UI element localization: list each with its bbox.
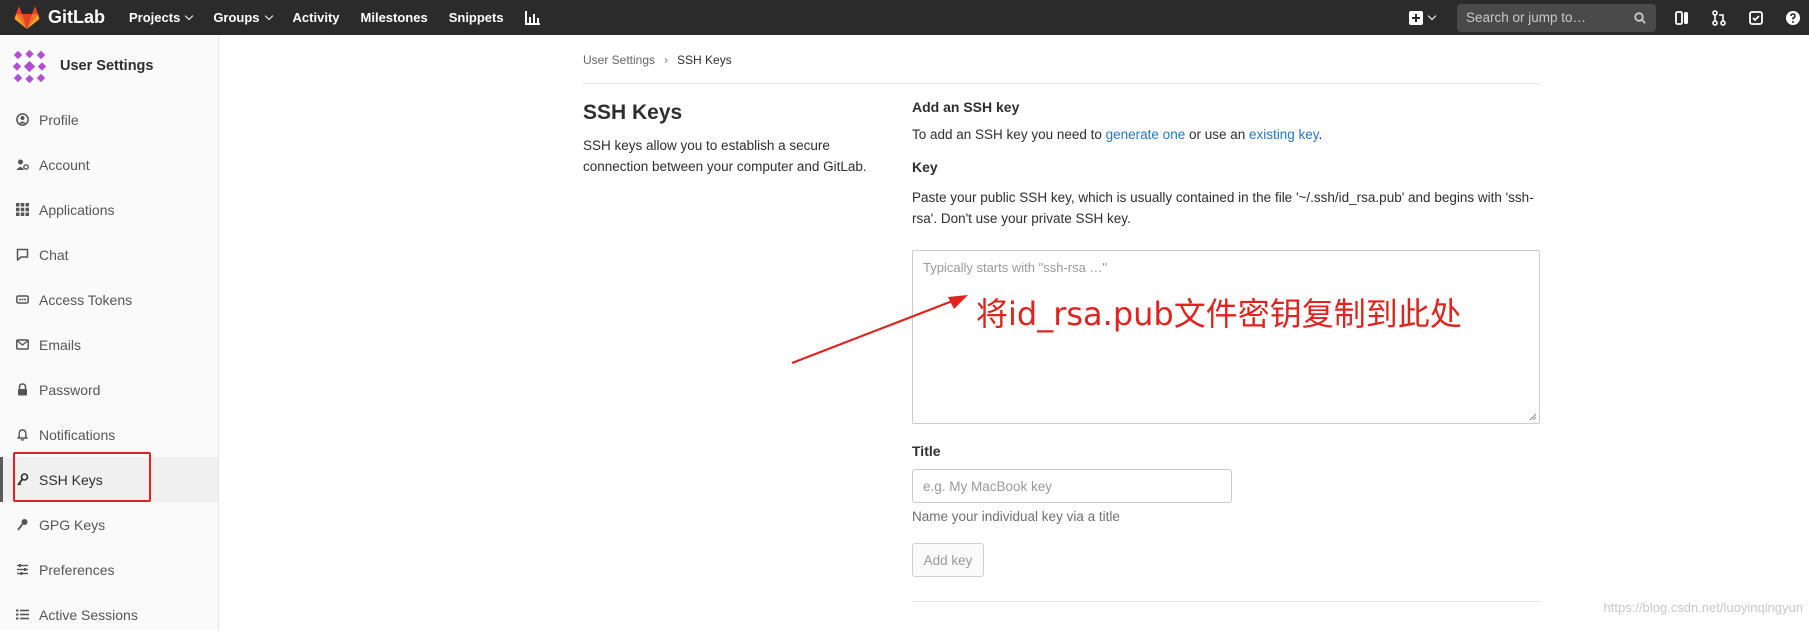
- sidebar-header[interactable]: User Settings: [0, 35, 218, 97]
- sidebar-item-label: Emails: [39, 336, 82, 353]
- sidebar-item-label: Preferences: [39, 561, 115, 578]
- sidebar-item-chat[interactable]: Chat: [0, 232, 218, 277]
- generate-one-link[interactable]: generate one: [1106, 127, 1186, 142]
- sidebar-item-gpg-keys[interactable]: GPG Keys: [0, 502, 218, 547]
- instructions-text: .: [1318, 127, 1323, 142]
- settings-sidebar: User Settings Profile Account Applicatio…: [0, 35, 219, 630]
- nav-groups-label: Groups: [213, 10, 260, 25]
- sidebar-item-label: Active Sessions: [39, 606, 138, 623]
- sidebar-item-account[interactable]: Account: [0, 142, 218, 187]
- breadcrumb: User Settings › SSH Keys: [583, 53, 732, 67]
- sidebar-title: User Settings: [60, 58, 154, 74]
- gpg-key-icon: [16, 518, 29, 531]
- profile-icon: [16, 113, 29, 126]
- chevron-down-icon: [1427, 11, 1437, 21]
- account-icon: [16, 158, 29, 171]
- title-input[interactable]: e.g. My MacBook key: [912, 469, 1232, 503]
- help-icon[interactable]: [1785, 10, 1801, 26]
- avatar: [11, 47, 48, 85]
- page-description: SSH keys allow you to establish a secure…: [583, 138, 867, 174]
- annotation-arrow-icon: [791, 295, 968, 365]
- nav-milestones-label: Milestones: [360, 10, 428, 25]
- applications-icon: [16, 203, 29, 216]
- add-ssh-key-instructions: To add an SSH key you need to generate o…: [912, 124, 1540, 145]
- merge-requests-icon[interactable]: [1711, 9, 1727, 26]
- title-label: Title: [912, 443, 941, 459]
- plus-icon: [1409, 10, 1423, 25]
- chat-icon: [16, 248, 29, 261]
- existing-key-link[interactable]: existing key: [1249, 127, 1319, 142]
- access-tokens-icon: [16, 293, 29, 306]
- nav-projects[interactable]: Projects: [129, 10, 194, 25]
- resize-handle-icon[interactable]: [1529, 413, 1537, 421]
- instructions-text: or use an: [1185, 127, 1250, 142]
- sidebar-item-password[interactable]: Password: [0, 367, 218, 412]
- password-icon: [16, 383, 29, 396]
- search-input[interactable]: Search or jump to…: [1457, 3, 1656, 32]
- todos-icon[interactable]: [1748, 10, 1764, 26]
- instructions-text: To add an SSH key you need to: [912, 127, 1106, 142]
- chevron-down-icon: [264, 11, 273, 21]
- sidebar-item-label: Password: [39, 381, 101, 398]
- sidebar-item-label: Notifications: [39, 426, 116, 443]
- sidebar-item-emails[interactable]: Emails: [0, 322, 218, 367]
- sidebar-item-label: Profile: [39, 111, 79, 128]
- preferences-icon: [16, 563, 29, 576]
- nav-activity[interactable]: Activity: [293, 10, 340, 25]
- divider: [583, 83, 1540, 84]
- sidebar-item-profile[interactable]: Profile: [0, 97, 218, 142]
- sidebar-item-notifications[interactable]: Notifications: [0, 412, 218, 457]
- nav-snippets-label: Snippets: [448, 10, 504, 25]
- notifications-icon: [16, 428, 29, 441]
- gitlab-home-link[interactable]: GitLab: [14, 5, 105, 30]
- key-textarea[interactable]: Typically starts with "ssh-rsa …": [912, 250, 1540, 424]
- sidebar-item-access-tokens[interactable]: Access Tokens: [0, 277, 218, 322]
- divider: [912, 601, 1540, 602]
- title-help-text: Name your individual key via a title: [912, 509, 1120, 524]
- add-ssh-key-heading: Add an SSH key: [912, 99, 1020, 115]
- nav-groups[interactable]: Groups: [213, 10, 273, 25]
- sidebar-item-label: Chat: [39, 246, 69, 263]
- chevron-right-icon: ›: [664, 53, 669, 67]
- sidebar-item-label: Account: [39, 156, 90, 173]
- page-title: SSH Keys: [583, 101, 683, 124]
- brand-name: GitLab: [48, 7, 105, 27]
- key-placeholder: Typically starts with "ssh-rsa …": [923, 260, 1108, 275]
- add-ssh-key-section: Add an SSH key To add an SSH key you nee…: [912, 99, 1540, 229]
- chevron-down-icon: [185, 11, 194, 21]
- sidebar-item-label: Access Tokens: [39, 291, 133, 308]
- title-placeholder: e.g. My MacBook key: [923, 478, 1053, 494]
- key-help-text: Paste your public SSH key, which is usua…: [912, 190, 1534, 226]
- highlight-box: [13, 452, 151, 502]
- sidebar-item-preferences[interactable]: Preferences: [0, 547, 218, 592]
- chart-icon[interactable]: [524, 10, 541, 25]
- search-icon: [1634, 11, 1646, 24]
- add-key-button[interactable]: Add key: [912, 543, 984, 577]
- nav-projects-label: Projects: [129, 10, 181, 25]
- watermark: https://blog.csdn.net/luoyinqingyun: [1603, 600, 1803, 615]
- nav-milestones[interactable]: Milestones: [361, 10, 428, 25]
- gitlab-logo-icon: [14, 5, 40, 29]
- key-label: Key: [912, 159, 938, 175]
- nav-snippets[interactable]: Snippets: [449, 10, 504, 25]
- breadcrumb-user-settings[interactable]: User Settings: [583, 53, 655, 67]
- new-item-dropdown[interactable]: [1409, 10, 1437, 25]
- intro-section: SSH Keys SSH keys allow you to establish…: [583, 101, 883, 177]
- sidebar-item-active-sessions[interactable]: Active Sessions: [0, 592, 218, 637]
- sidebar-item-label: Applications: [39, 201, 115, 218]
- top-navbar: GitLab Projects Groups Activity Mileston…: [0, 0, 1809, 35]
- search-placeholder: Search or jump to…: [1466, 10, 1587, 25]
- issues-icon[interactable]: [1674, 10, 1690, 26]
- active-sessions-icon: [16, 608, 29, 621]
- nav-activity-label: Activity: [292, 10, 340, 25]
- emails-icon: [16, 338, 29, 351]
- sidebar-item-applications[interactable]: Applications: [0, 187, 218, 232]
- sidebar-item-label: GPG Keys: [39, 516, 106, 533]
- breadcrumb-ssh-keys[interactable]: SSH Keys: [677, 53, 732, 67]
- annotation-text: 将id_rsa.pub文件密钥复制到此处: [976, 295, 1462, 333]
